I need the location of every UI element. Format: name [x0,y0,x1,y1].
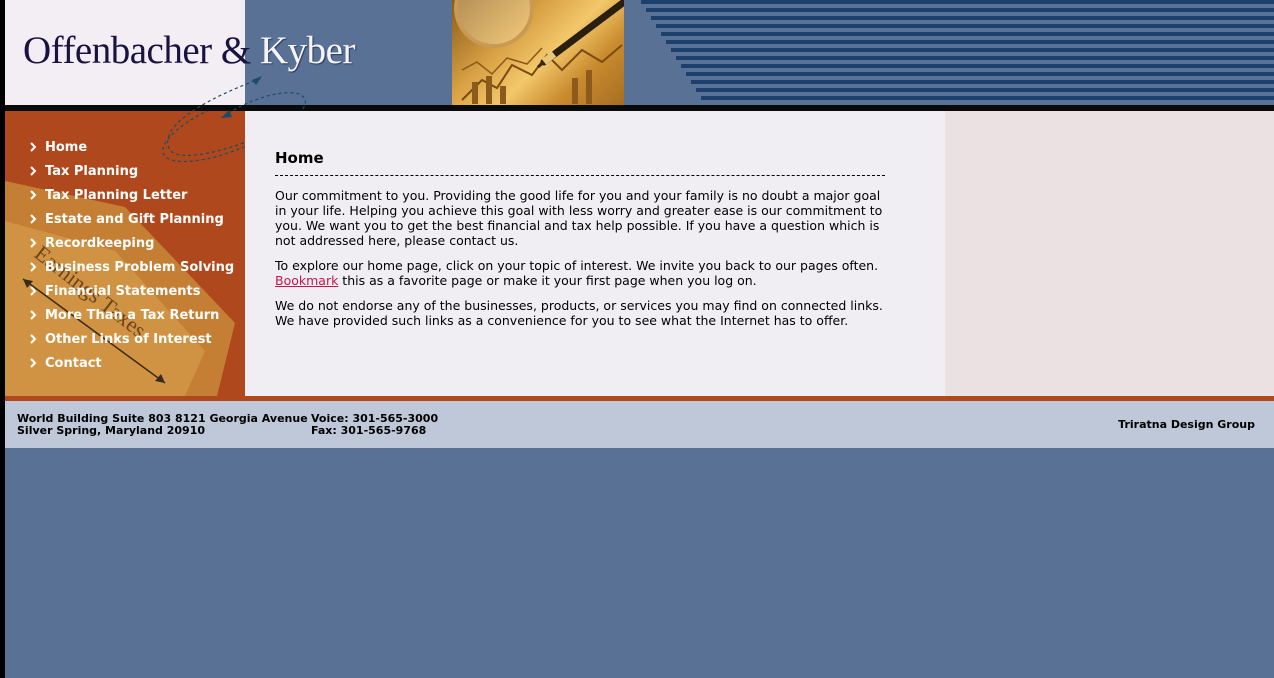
bookmark-link[interactable]: Bookmark [275,273,338,288]
chevron-right-icon [30,238,37,248]
main-content: Home Our commitment to you. Providing th… [245,111,945,396]
sidebar-item-recordkeeping: Recordkeeping [29,231,234,255]
sidebar-link-tax-planning[interactable]: Tax Planning [45,164,138,179]
sidebar-item-more-than-tax-return: More Than a Tax Return [29,303,234,327]
site-logo[interactable]: Offenbacher & Kyber [23,28,355,73]
footer-phone: Voice: 301-565-3000 Fax: 301-565-9768 [311,413,438,437]
right-panel [945,111,1274,396]
logo-offenbacher: Offenbacher [23,29,212,72]
intro-paragraph: Our commitment to you. Providing the goo… [275,188,883,248]
explore-paragraph: To explore our home page, click on your … [275,258,885,288]
chevron-right-icon [30,142,37,152]
sidebar-nav: Home Tax Planning Tax Planning Letter Es… [29,135,234,375]
bookmark-text: this as a favorite page or make it your … [338,273,757,288]
sidebar-link-other-links[interactable]: Other Links of Interest [45,332,212,347]
sidebar-item-financial-statements: Financial Statements [29,279,234,303]
header-stripes [624,0,1274,105]
chevron-right-icon [30,310,37,320]
fax-number: Fax: 301-565-9768 [311,424,427,437]
page: Offenbacher & Kyber Earnings Taxes Home … [5,0,1274,678]
stripes-drawing [641,0,1274,100]
sidebar-link-more-than-tax-return[interactable]: More Than a Tax Return [45,308,219,323]
sidebar-link-estate-gift-planning[interactable]: Estate and Gift Planning [45,212,224,227]
magnifier-pen-photo [452,0,624,105]
explore-text: To explore our home page, click on your … [275,258,879,273]
design-credit[interactable]: Triratna Design Group [1118,419,1255,431]
chevron-right-icon [30,358,37,368]
chevron-right-icon [30,190,37,200]
chevron-right-icon [30,262,37,272]
sidebar-item-business-problem-solving: Business Problem Solving [29,255,234,279]
sidebar-item-other-links: Other Links of Interest [29,327,234,351]
chevron-right-icon [30,166,37,176]
logo-kyber: Kyber [260,29,355,72]
site-footer: World Building Suite 803 8121 Georgia Av… [5,401,1274,448]
sidebar-item-contact: Contact [29,351,234,375]
address-line-2: Silver Spring, Maryland 20910 [17,424,206,437]
sidebar-link-recordkeeping[interactable]: Recordkeeping [45,236,154,251]
footer-address: World Building Suite 803 8121 Georgia Av… [17,413,308,437]
disclaimer-paragraph: We do not endorse any of the businesses,… [275,298,883,328]
photo-drawing [454,0,624,104]
page-title: Home [275,149,885,176]
sidebar-item-estate-gift-planning: Estate and Gift Planning [29,207,234,231]
sidebar-link-home[interactable]: Home [45,140,87,155]
chevron-right-icon [30,286,37,296]
sidebar-link-contact[interactable]: Contact [45,356,102,371]
chevron-right-icon [30,334,37,344]
sidebar-link-tax-planning-letter[interactable]: Tax Planning Letter [45,188,187,203]
content-body: Home Our commitment to you. Providing th… [275,149,885,338]
sidebar-link-financial-statements[interactable]: Financial Statements [45,284,201,299]
logo-ampersand: & [220,29,251,72]
sidebar-item-tax-planning-letter: Tax Planning Letter [29,183,234,207]
chevron-right-icon [30,214,37,224]
sidebar-link-business-problem-solving[interactable]: Business Problem Solving [45,260,234,275]
